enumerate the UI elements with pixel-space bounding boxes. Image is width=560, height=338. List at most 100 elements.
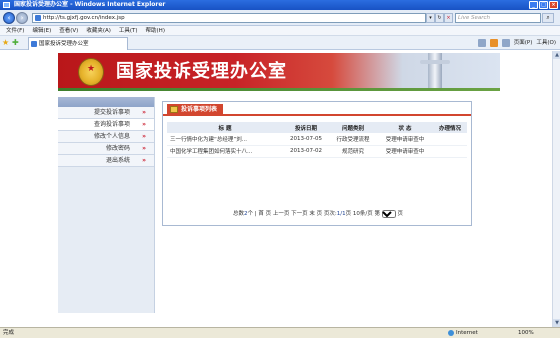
- sidebar-item-label: 查询投诉事项: [93, 121, 130, 128]
- table-header-row: 标 题 投诉日期 问题类别 状 态 办理情况: [167, 122, 467, 133]
- chevron-right-icon: »: [142, 109, 146, 116]
- panel-header: 投诉事项列表: [163, 102, 471, 116]
- sidebar: 提交投诉事项 » 查询投诉事项 » 修改个人信息 » 修改密码 » 退出系统 »: [58, 97, 155, 313]
- refresh-icon[interactable]: ↻: [435, 13, 444, 23]
- panel-title-text: 投诉事项列表: [181, 106, 218, 113]
- row-status: 受理申请审查中: [377, 145, 433, 158]
- address-input[interactable]: http://ts.gjxfj.gov.cn/index.jsp: [32, 13, 426, 23]
- tab-page-icon: [31, 41, 37, 47]
- sidebar-item-label: 修改密码: [105, 145, 130, 152]
- back-button[interactable]: ‹: [3, 12, 15, 24]
- row-handling: [433, 145, 467, 158]
- tab-current-page[interactable]: 国家投诉受理办公室: [28, 37, 128, 50]
- row-handling: [433, 133, 467, 146]
- goto-prefix: 第: [374, 211, 380, 217]
- add-favorites-icon[interactable]: ✚: [12, 38, 19, 48]
- window-controls: _ □ ×: [529, 1, 558, 9]
- print-icon[interactable]: [501, 39, 510, 47]
- feeds-icon[interactable]: [489, 39, 498, 47]
- menu-edit[interactable]: 编辑(E): [28, 26, 55, 35]
- zone-label: Internet: [456, 330, 478, 336]
- menu-help[interactable]: 帮助(H): [142, 26, 169, 35]
- chevron-right-icon: »: [142, 157, 146, 164]
- tools-menu-button[interactable]: 工具(O): [536, 38, 556, 48]
- site-title: 国家投诉受理办公室: [116, 61, 287, 82]
- sidebar-item-logout[interactable]: 退出系统 »: [58, 155, 154, 167]
- page-viewport: 国家投诉受理办公室 提交投诉事项 » 查询投诉事项 » 修改个人信息 » 修改密…: [0, 51, 560, 327]
- status-bar: 完成 Internet 100%: [0, 327, 560, 338]
- banner-grass: [58, 88, 500, 91]
- sidebar-header: [58, 97, 154, 107]
- goto-suffix: 页: [397, 211, 404, 217]
- page-menu-button[interactable]: 页面(P): [514, 38, 533, 48]
- sidebar-item-submit-complaint[interactable]: 提交投诉事项 »: [58, 107, 154, 119]
- column-header-status: 状 态: [377, 122, 433, 133]
- total-prefix: 总数: [232, 211, 244, 217]
- page-select[interactable]: 1: [381, 209, 396, 218]
- menu-tools[interactable]: 工具(T): [115, 26, 142, 35]
- page-label: 页次:: [323, 211, 337, 217]
- complaint-list-panel: 投诉事项列表 标 题 投诉日期 问题类别 状 态 办理情况 三一行情中化为建“总…: [162, 101, 472, 226]
- row-status: 受理申请审查中: [377, 133, 433, 146]
- sidebar-item-edit-profile[interactable]: 修改个人信息 »: [58, 131, 154, 143]
- panel-title: 投诉事项列表: [167, 104, 224, 116]
- prev-page-link[interactable]: 上一页: [273, 211, 290, 217]
- close-button[interactable]: ×: [549, 1, 558, 9]
- huabiao-pillar-icon: [420, 53, 450, 91]
- chevron-right-icon: »: [142, 133, 146, 140]
- row-category: 行政受理流程: [329, 133, 377, 146]
- maximize-button[interactable]: □: [539, 1, 548, 9]
- column-header-category: 问题类别: [329, 122, 377, 133]
- table-row[interactable]: 三一行情中化为建“总经理”刘... 2013-07-05 行政受理流程 受理申请…: [167, 133, 467, 146]
- window-title-bar: 国家投诉受理办公室 - Windows Internet Explorer _ …: [0, 0, 560, 10]
- minimize-button[interactable]: _: [529, 1, 538, 9]
- chevron-right-icon: »: [142, 121, 146, 128]
- row-date: 2013-07-02: [283, 145, 329, 158]
- sidebar-item-label: 提交投诉事项: [93, 109, 130, 116]
- first-page-link[interactable]: 首 页: [258, 211, 271, 217]
- zoom-level[interactable]: 100%: [518, 328, 534, 338]
- row-title-link[interactable]: 中国化学工程集团如何落实十八...: [167, 145, 283, 158]
- menu-file[interactable]: 文件(F): [2, 26, 28, 35]
- forward-button[interactable]: ›: [16, 12, 28, 24]
- column-header-handling: 办理情况: [433, 122, 467, 133]
- sidebar-item-label: 修改个人信息: [93, 133, 130, 140]
- globe-icon: [448, 329, 454, 336]
- row-title-link[interactable]: 三一行情中化为建“总经理”刘...: [167, 133, 283, 146]
- scroll-down-icon[interactable]: ▼: [553, 319, 560, 327]
- menu-view[interactable]: 查看(V): [55, 26, 82, 35]
- chevron-right-icon: »: [142, 145, 146, 152]
- sidebar-item-label: 退出系统: [105, 157, 130, 164]
- address-toolbar: ‹ › http://ts.gjxfj.gov.cn/index.jsp ▾ ↻…: [0, 10, 560, 26]
- vertical-scrollbar[interactable]: ▲ ▼: [552, 51, 560, 327]
- security-zone: Internet: [448, 328, 478, 338]
- ie-icon: [3, 2, 10, 8]
- scroll-up-icon[interactable]: ▲: [553, 51, 560, 59]
- home-icon[interactable]: [477, 39, 486, 47]
- total-suffix: 个: [247, 211, 253, 217]
- stop-icon[interactable]: ×: [444, 13, 453, 23]
- book-icon: [170, 106, 178, 113]
- sidebar-item-change-password[interactable]: 修改密码 »: [58, 143, 154, 155]
- command-bar: 页面(P) 工具(O): [477, 38, 556, 48]
- next-page-link[interactable]: 下一页: [291, 211, 308, 217]
- page-current: 1/1: [336, 211, 346, 217]
- tab-label: 国家投诉受理办公室: [39, 41, 89, 47]
- favorites-star-icon[interactable]: ★: [2, 38, 9, 48]
- last-page-link[interactable]: 末 页: [309, 211, 322, 217]
- page-icon: [35, 15, 41, 21]
- address-dropdown-icon[interactable]: ▾: [426, 13, 435, 23]
- sidebar-item-query-complaint[interactable]: 查询投诉事项 »: [58, 119, 154, 131]
- status-text: 完成: [3, 330, 15, 336]
- window-title: 国家投诉受理办公室 - Windows Internet Explorer: [14, 1, 166, 8]
- column-header-date: 投诉日期: [283, 122, 329, 133]
- tab-toolbar: ★ ✚ 国家投诉受理办公室 页面(P) 工具(O): [0, 36, 560, 50]
- row-category: 规范研究: [329, 145, 377, 158]
- search-input[interactable]: Live Search: [455, 13, 541, 23]
- table-row[interactable]: 中国化学工程集团如何落实十八... 2013-07-02 规范研究 受理申请审查…: [167, 145, 467, 158]
- search-icon[interactable]: ⌕: [542, 13, 554, 23]
- per-page: 10条/页: [352, 211, 373, 217]
- address-url: http://ts.gjxfj.gov.cn/index.jsp: [43, 15, 125, 21]
- menu-favorites[interactable]: 收藏夹(A): [82, 26, 115, 35]
- menu-bar: 文件(F) 编辑(E) 查看(V) 收藏夹(A) 工具(T) 帮助(H): [0, 26, 560, 36]
